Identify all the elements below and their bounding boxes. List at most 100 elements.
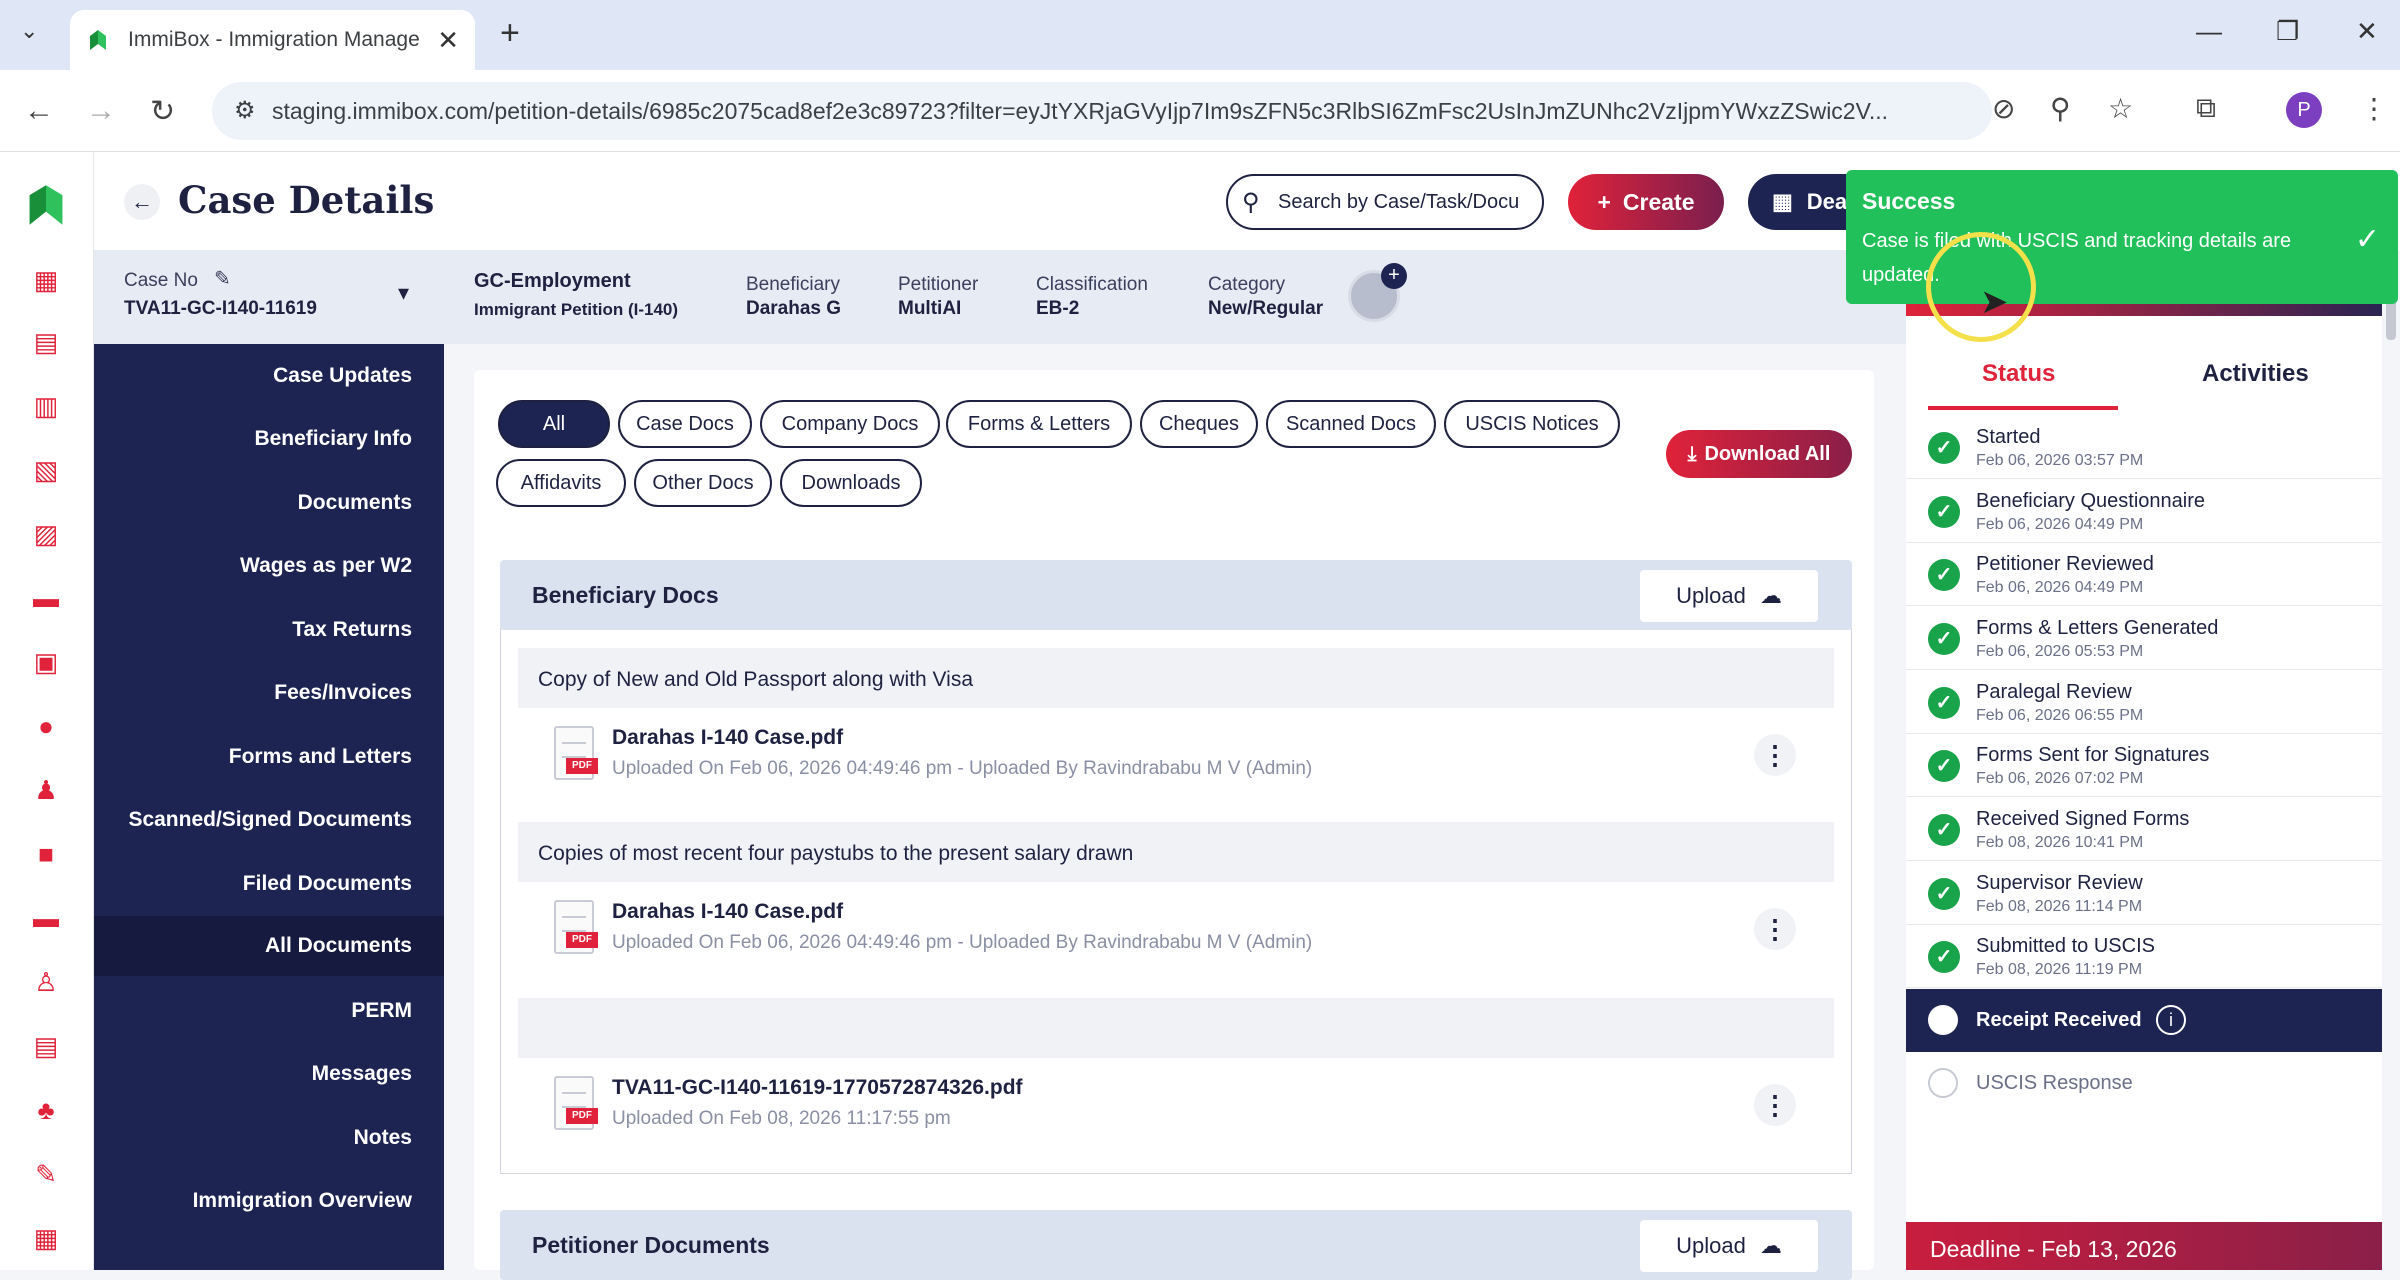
file-menu-icon[interactable]: ⋮ [1754, 734, 1796, 776]
file-name[interactable]: Darahas I-140 Case.pdf [612, 726, 843, 750]
check-circle-icon: ✓ [1928, 496, 1960, 528]
filter-company-docs[interactable]: Company Docs [760, 400, 940, 448]
immibox-logo-icon[interactable] [26, 182, 66, 228]
calendar-icon[interactable]: ▦ [30, 1222, 62, 1254]
extensions-icon[interactable]: ⧉ [2196, 92, 2216, 125]
profile-avatar[interactable]: P [2286, 92, 2322, 128]
bookmark-star-icon[interactable]: ☆ [2108, 92, 2133, 125]
file-name[interactable]: Darahas I-140 Case.pdf [612, 900, 843, 924]
sidenav-item-perm[interactable]: PERM [351, 999, 412, 1023]
tab-status[interactable]: Status [1982, 360, 2055, 388]
sidenav-item-messages[interactable]: Messages [312, 1062, 412, 1086]
minimize-icon[interactable]: — [2196, 16, 2222, 47]
file-name[interactable]: TVA11-GC-I140-11619-1770572874326.pdf [612, 1076, 1023, 1100]
contacts-icon[interactable]: ♙ [30, 966, 62, 998]
site-info-icon[interactable]: ⚙ [234, 96, 256, 125]
status-step: ✓ Paralegal Review Feb 06, 2026 06:55 PM [1906, 671, 2382, 734]
tab-activities[interactable]: Activities [2202, 360, 2309, 388]
assignee-avatar[interactable]: + [1348, 263, 1407, 322]
camera-blocked-icon[interactable]: ⊘ [1992, 92, 2015, 125]
petitions-icon[interactable]: ▥ [30, 390, 62, 422]
sidenav-item-tax-returns[interactable]: Tax Returns [292, 618, 412, 642]
cases-icon[interactable]: ▤ [30, 326, 62, 358]
filter-uscis-notices[interactable]: USCIS Notices [1444, 400, 1620, 448]
new-tab-icon[interactable]: + [500, 14, 520, 53]
case-dropdown-icon[interactable]: ▾ [398, 280, 409, 306]
download-all-label: Download All [1704, 442, 1831, 465]
filter-other-docs[interactable]: Other Docs [634, 459, 772, 507]
tasks-icon[interactable]: ▣ [30, 646, 62, 678]
restore-icon[interactable]: ❐ [2276, 16, 2299, 47]
pdf-file-icon: PDF [554, 726, 598, 780]
sidenav-item-filed[interactable]: Filed Documents [243, 872, 412, 896]
team-icon[interactable]: ♣ [30, 1094, 62, 1126]
documents-icon[interactable]: ▨ [30, 518, 62, 550]
file-menu-icon[interactable]: ⋮ [1754, 908, 1796, 950]
forms-icon[interactable]: ▧ [30, 454, 62, 486]
step-name: Started [1976, 426, 2041, 448]
section-title: Beneficiary Docs [532, 582, 719, 608]
url-field[interactable]: ⚙ staging.immibox.com/petition-details/6… [212, 82, 1992, 140]
create-button[interactable]: + Create [1568, 174, 1724, 230]
file-row[interactable]: PDF Darahas I-140 Case.pdf Uploaded On F… [518, 886, 1834, 972]
active-tab-indicator [1928, 406, 2118, 410]
sidenav-item-forms[interactable]: Forms and Letters [229, 745, 412, 769]
folder-icon[interactable]: ■ [30, 838, 62, 870]
status-step-current[interactable]: Receipt Received i [1906, 989, 2382, 1052]
sidenav-item-beneficiary-info[interactable]: Beneficiary Info [254, 427, 412, 451]
messages-icon[interactable]: ▬ [30, 582, 62, 614]
back-arrow-icon[interactable]: ← [24, 94, 54, 128]
sidenav-item-documents[interactable]: Documents [298, 491, 412, 515]
window-close-icon[interactable]: ✕ [2356, 16, 2378, 47]
search-icon: ⚲ [1242, 189, 1260, 216]
file-meta: Uploaded On Feb 06, 2026 04:49:46 pm - U… [612, 932, 1313, 953]
sidenav-item-wages[interactable]: Wages as per W2 [240, 554, 412, 578]
filter-scanned-docs[interactable]: Scanned Docs [1266, 400, 1436, 448]
filter-case-docs[interactable]: Case Docs [618, 400, 752, 448]
users-icon[interactable]: ♟ [30, 774, 62, 806]
download-all-button[interactable]: ⤓ Download All [1666, 430, 1852, 478]
status-step: ✓ Submitted to USCIS Feb 08, 2026 11:19 PM [1906, 925, 2382, 988]
reload-icon[interactable]: ↻ [150, 94, 175, 129]
browser-tab[interactable]: ImmiBox - Immigration Manage ✕ [70, 10, 475, 70]
info-icon[interactable]: i [2156, 1005, 2186, 1035]
sidenav-item-case-updates[interactable]: Case Updates [273, 364, 412, 388]
beneficiary-icon[interactable]: ● [30, 710, 62, 742]
forward-arrow-icon[interactable]: → [86, 94, 116, 128]
tab-search-dropdown-icon[interactable]: ⌄ [20, 18, 38, 44]
file-menu-icon[interactable]: ⋮ [1754, 1084, 1796, 1126]
edit-pencil-icon[interactable]: ✎ [214, 266, 231, 291]
sidenav-item-fees[interactable]: Fees/Invoices [274, 681, 412, 705]
filter-all[interactable]: All [498, 400, 610, 448]
dashboard-icon[interactable]: ▦ [30, 264, 62, 296]
upload-button[interactable]: Upload ☁ [1640, 1220, 1818, 1272]
back-button[interactable]: ← [124, 184, 160, 220]
search-placeholder: Search by Case/Task/Docu [1278, 190, 1520, 213]
beneficiary-label: Beneficiary [746, 274, 840, 295]
browser-menu-icon[interactable]: ⋮ [2360, 92, 2388, 125]
filter-downloads[interactable]: Downloads [780, 459, 922, 507]
global-search-input[interactable]: ⚲ Search by Case/Task/Docu [1226, 174, 1544, 230]
reports-icon[interactable]: ▬ [30, 902, 62, 934]
deadline-banner: Deadline - Feb 13, 2026 [1906, 1222, 2382, 1270]
upload-button[interactable]: Upload ☁ [1640, 570, 1818, 622]
sidenav-item-all-documents[interactable]: All Documents [94, 916, 444, 976]
filter-forms-letters[interactable]: Forms & Letters [946, 400, 1132, 448]
zoom-icon[interactable]: ⚲ [2050, 92, 2071, 125]
filter-cheques[interactable]: Cheques [1140, 400, 1258, 448]
invoice-icon[interactable]: ▤ [30, 1030, 62, 1062]
beneficiary-docs-header: Beneficiary Docs Upload ☁ [500, 560, 1852, 630]
sidenav-item-scanned[interactable]: Scanned/Signed Documents [128, 808, 412, 832]
sidenav-item-notes[interactable]: Notes [354, 1126, 412, 1150]
filter-affidavits[interactable]: Affidavits [496, 459, 626, 507]
file-meta: Uploaded On Feb 08, 2026 11:17:55 pm [612, 1108, 951, 1129]
add-assignee-icon[interactable]: + [1381, 263, 1407, 289]
edit-doc-icon[interactable]: ✎ [30, 1158, 62, 1190]
file-row[interactable]: PDF Darahas I-140 Case.pdf Uploaded On F… [518, 712, 1834, 798]
close-tab-icon[interactable]: ✕ [437, 25, 459, 56]
file-row[interactable]: PDF TVA11-GC-I140-11619-1770572874326.pd… [518, 1062, 1834, 1148]
app-icon-rail: ▦ ▤ ▥ ▧ ▨ ▬ ▣ ● ♟ ■ ▬ ♙ ▤ ♣ ✎ ▦ [0, 152, 94, 1270]
check-circle-icon: ✓ [1928, 623, 1960, 655]
case-info-bar [94, 250, 1910, 344]
sidenav-item-immigration-overview[interactable]: Immigration Overview [193, 1189, 412, 1213]
